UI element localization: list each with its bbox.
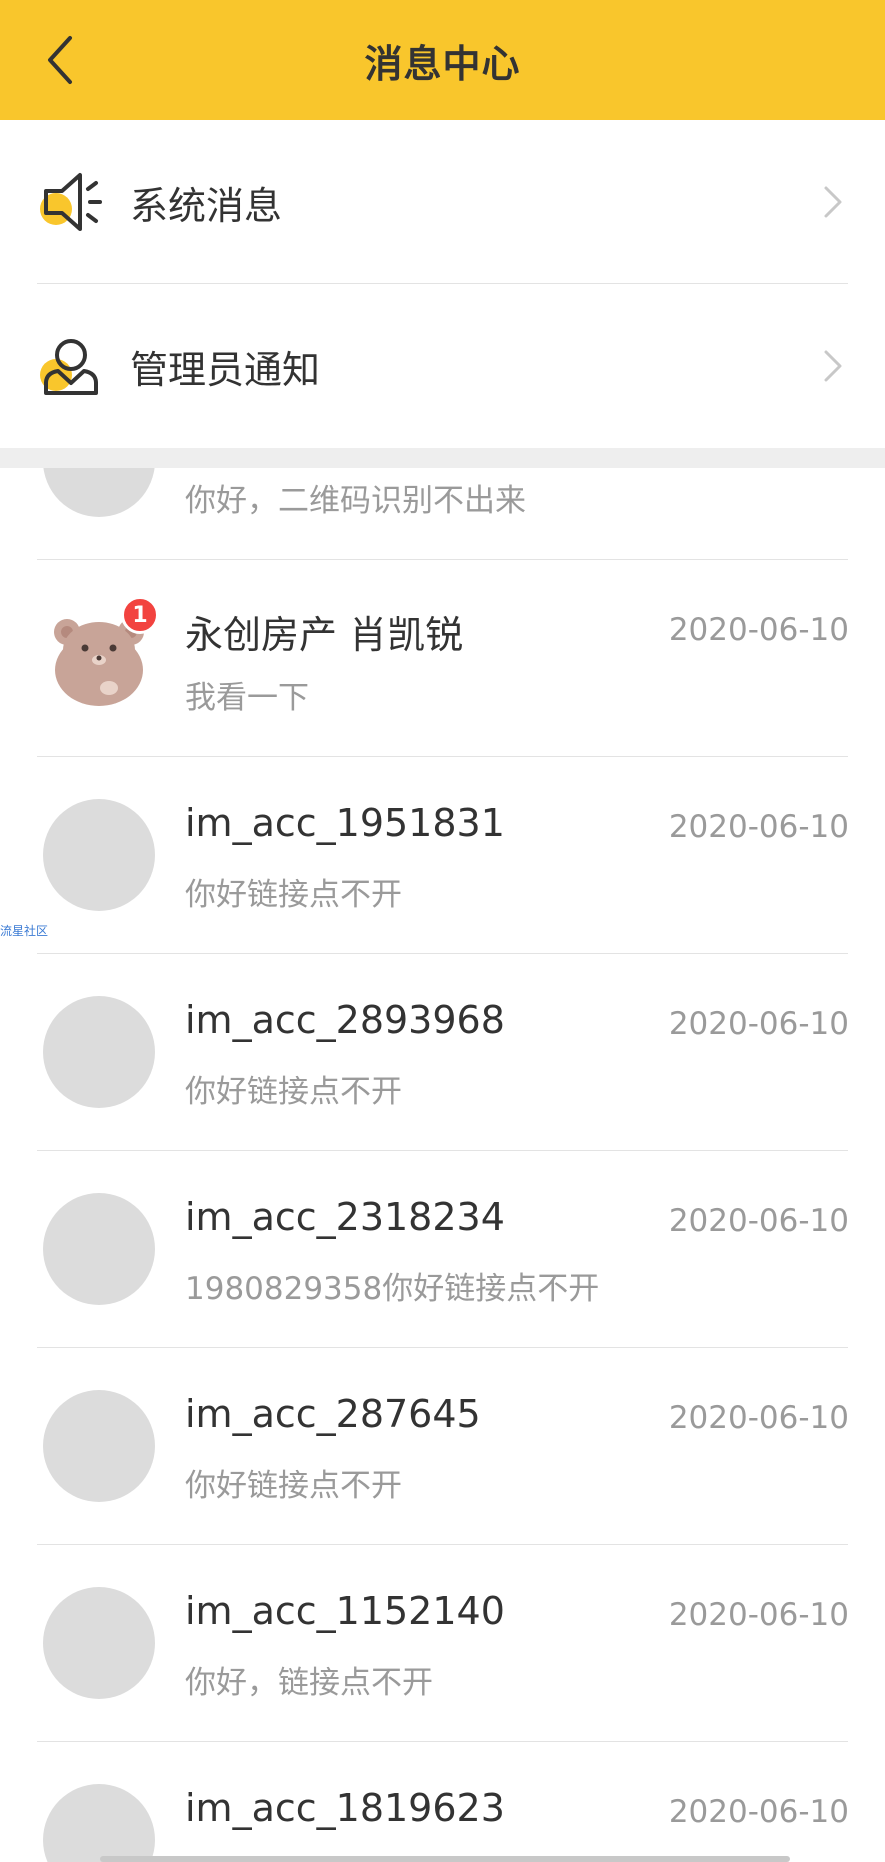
message-category-menu: 系统消息 管理员通知 xyxy=(0,120,885,448)
conversation-preview: 你好链接点不开 xyxy=(185,877,402,913)
conversation-preview: 我看一下 xyxy=(185,680,309,716)
conversation-item[interactable]: im_acc_2076148 2020-06-10 你好，二维码识别不出来 xyxy=(0,468,885,560)
page-title: 消息中心 xyxy=(364,41,521,86)
megaphone-icon xyxy=(40,173,102,231)
avatar xyxy=(43,1193,155,1305)
avatar xyxy=(43,996,155,1108)
conversation-name: im_acc_1951831 xyxy=(185,801,505,845)
conversation-date: 2020-06-10 xyxy=(668,1203,849,1239)
conversation-name: im_acc_1819623 xyxy=(185,1786,505,1830)
conversation-item[interactable]: im_acc_1819623 2020-06-10 xyxy=(0,1742,885,1862)
admin-user-icon xyxy=(40,339,98,395)
conversation-name: 永创房产 肖凯锐 xyxy=(185,613,464,657)
avatar: 1 xyxy=(43,596,159,714)
conversation-date: 2020-06-10 xyxy=(668,1006,849,1042)
unread-badge: 1 xyxy=(121,596,159,634)
conversation-date: 2020-06-10 xyxy=(668,1400,849,1436)
app-header: 消息中心 xyxy=(0,0,885,120)
avatar xyxy=(43,1587,155,1699)
avatar xyxy=(43,1784,155,1862)
message-center-page: 消息中心 系统消息 管理员通知 你好，二维码识别不出来 1 永创房产 肖凯锐 2… xyxy=(0,0,885,1862)
chevron-right-icon xyxy=(824,186,842,218)
home-indicator[interactable] xyxy=(100,1856,790,1862)
conversation-preview: 你好链接点不开 xyxy=(185,1468,402,1504)
conversation-item[interactable]: im_acc_1152140 2020-06-10 你好，链接点不开 xyxy=(0,1545,885,1742)
chevron-right-icon xyxy=(824,350,842,382)
conversation-list[interactable]: im_acc_2076148 2020-06-10 你好，二维码识别不出来 xyxy=(0,468,885,1862)
menu-item-admin-notices[interactable]: 管理员通知 xyxy=(0,284,885,448)
avatar xyxy=(43,799,155,911)
conversation-date: 2020-06-10 xyxy=(668,612,849,648)
conversation-name: im_acc_1152140 xyxy=(185,1589,505,1633)
conversation-preview: 你好，二维码识别不出来 xyxy=(185,483,526,519)
conversation-name: im_acc_2318234 xyxy=(185,1195,505,1239)
conversation-item[interactable]: im_acc_2318234 2020-06-10 1980829358你好链接… xyxy=(0,1151,885,1348)
conversation-preview: 1980829358你好链接点不开 xyxy=(185,1271,600,1307)
conversation-date: 2020-06-10 xyxy=(668,1597,849,1633)
conversation-date: 2020-06-10 xyxy=(668,1794,849,1830)
conversation-preview: 你好链接点不开 xyxy=(185,1074,402,1110)
avatar xyxy=(43,1390,155,1502)
conversation-item[interactable]: 1 永创房产 肖凯锐 2020-06-10 我看一下 xyxy=(0,560,885,757)
conversation-item[interactable]: im_acc_1951831 2020-06-10 你好链接点不开 xyxy=(0,757,885,954)
avatar xyxy=(43,468,155,517)
section-separator xyxy=(0,448,885,468)
conversation-preview: 你好，链接点不开 xyxy=(185,1665,433,1701)
conversation-name: im_acc_287645 xyxy=(185,1392,481,1436)
conversation-item[interactable]: im_acc_287645 2020-06-10 你好链接点不开 xyxy=(0,1348,885,1545)
conversation-name: im_acc_2893968 xyxy=(185,998,505,1042)
conversation-item[interactable]: im_acc_2893968 2020-06-10 你好链接点不开 xyxy=(0,954,885,1151)
menu-item-label: 系统消息 xyxy=(130,183,283,228)
watermark-text: 流星社区 xyxy=(0,924,49,938)
menu-item-label: 管理员通知 xyxy=(130,347,321,392)
conversation-date: 2020-06-10 xyxy=(668,809,849,845)
menu-item-system-messages[interactable]: 系统消息 xyxy=(0,120,885,284)
